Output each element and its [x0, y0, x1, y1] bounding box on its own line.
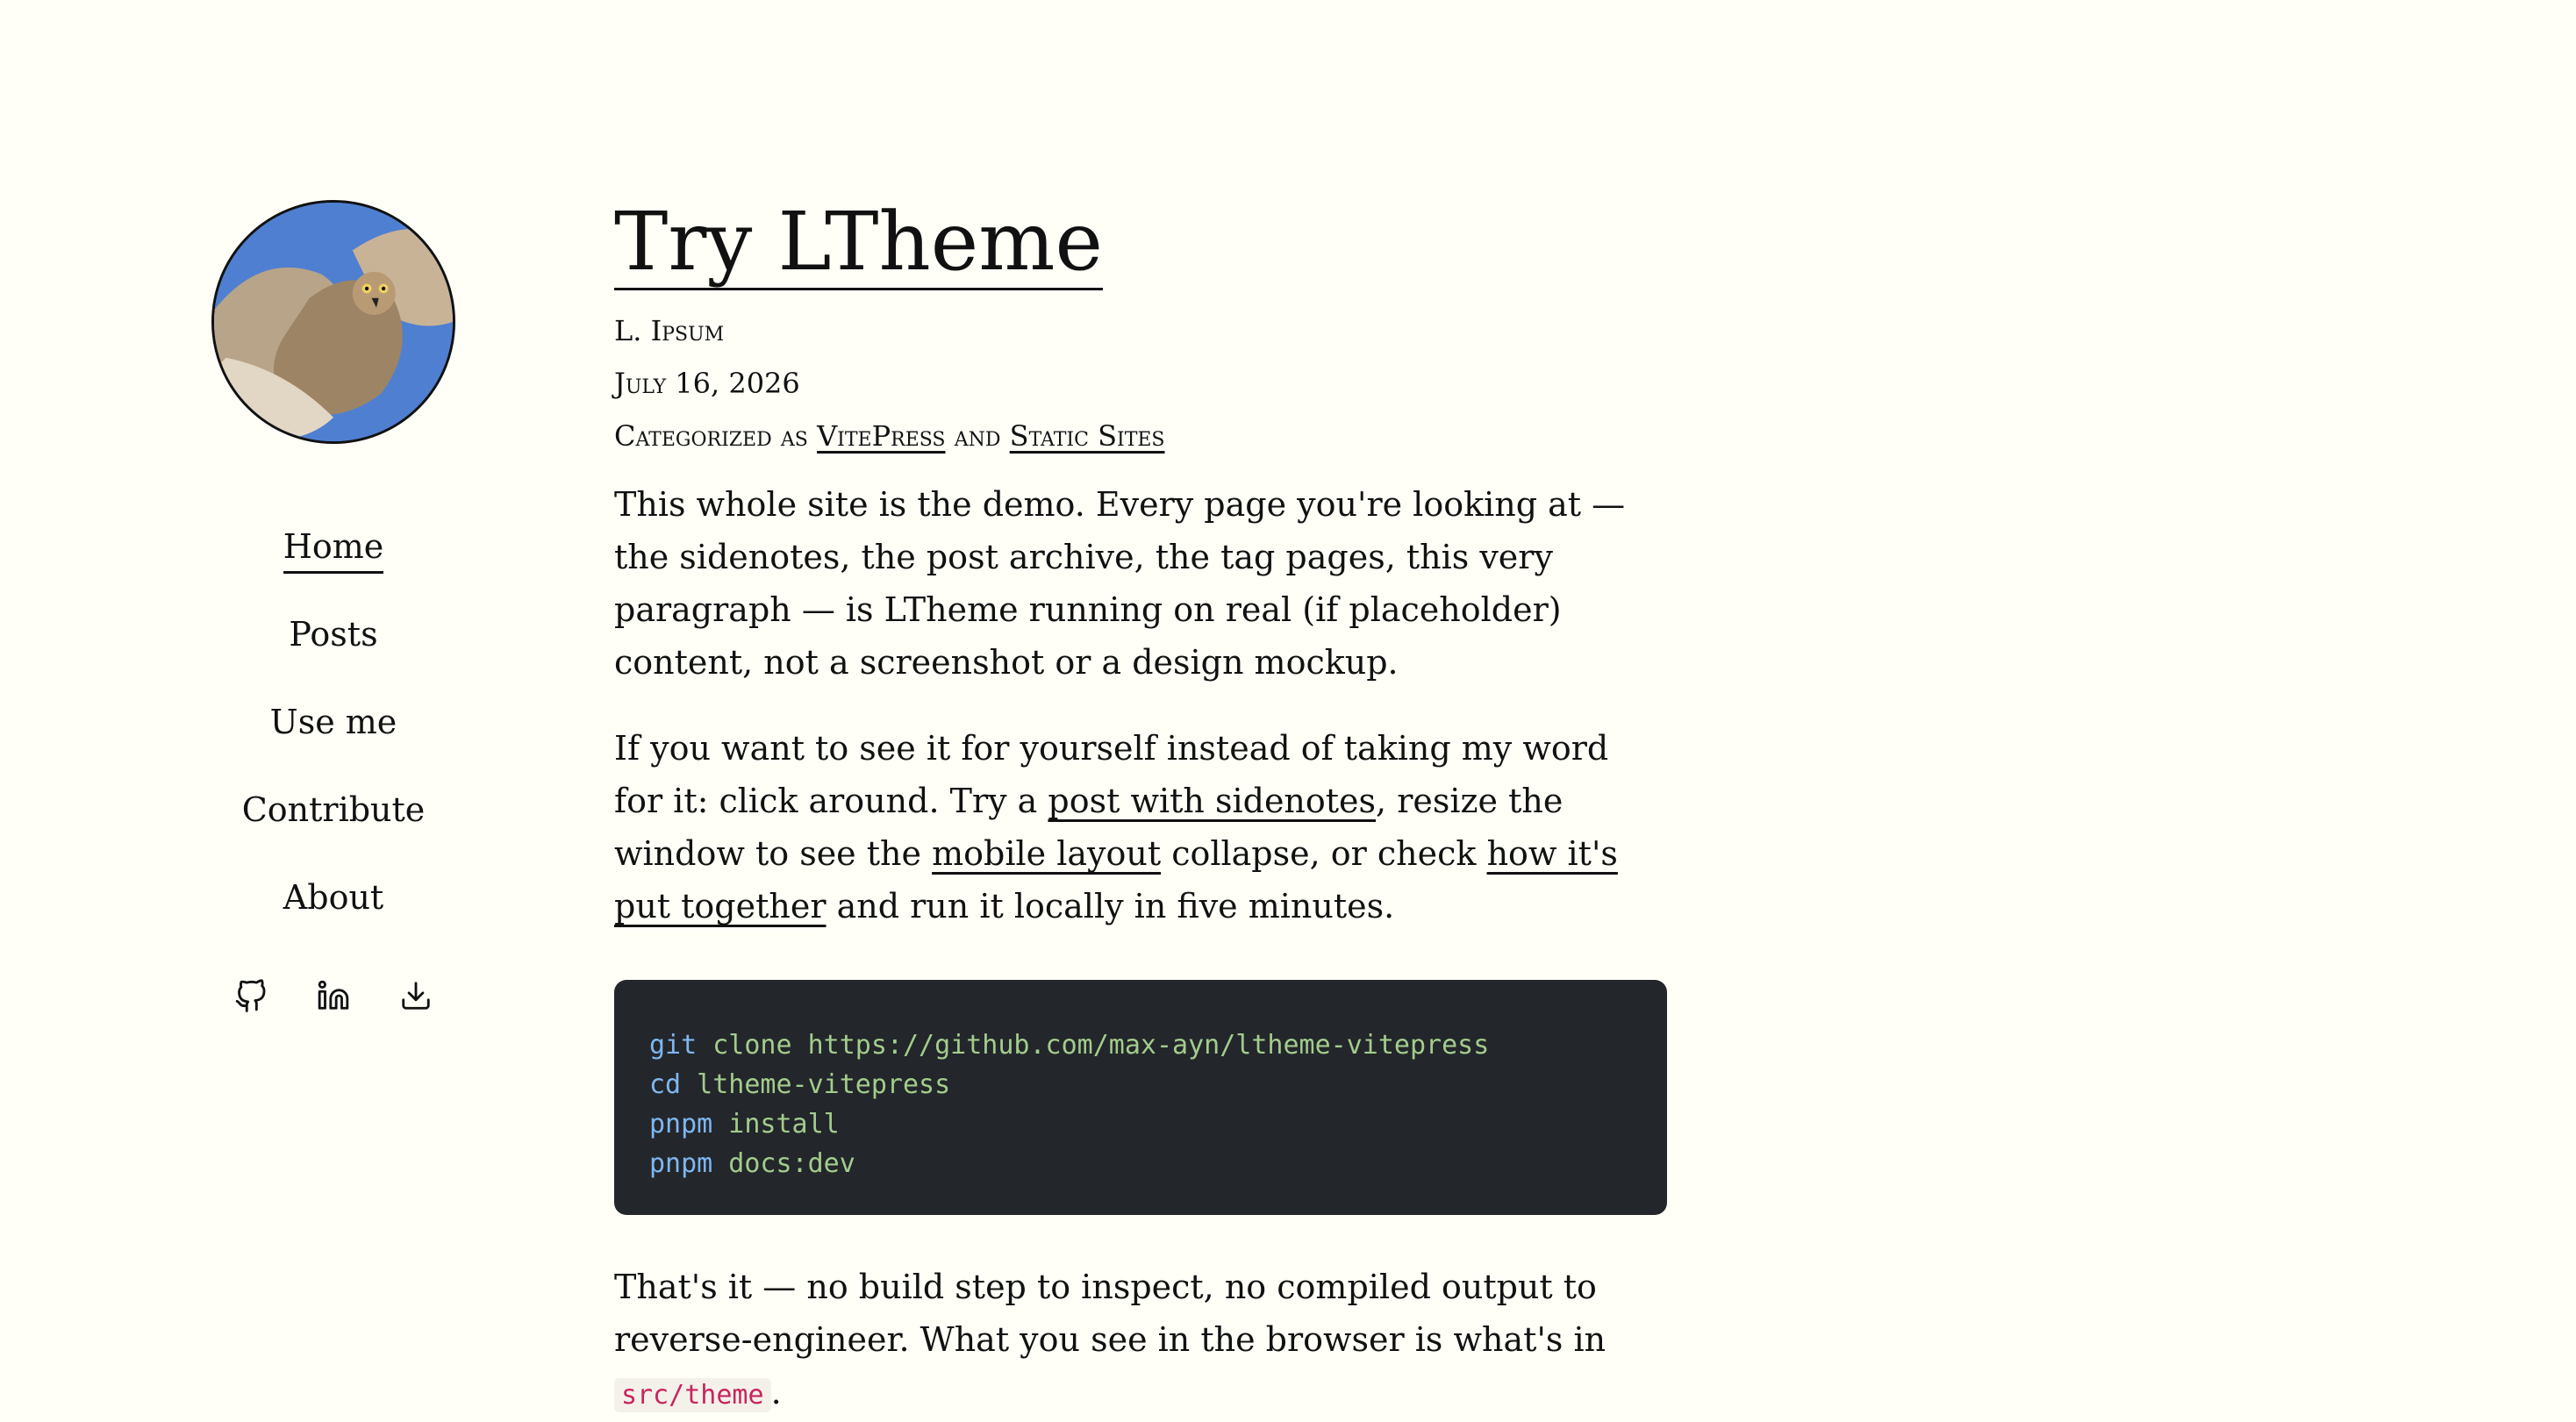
sidebar: Home Posts Use me Contribute About — [202, 200, 465, 1012]
download-icon[interactable] — [399, 979, 433, 1012]
inline-code-src-theme: src/theme — [614, 1378, 771, 1412]
social-links — [234, 979, 433, 1012]
github-icon[interactable] — [234, 979, 268, 1012]
avatar[interactable] — [211, 200, 455, 444]
paragraph-conclusion: That's it — no build step to inspect, no… — [614, 1268, 1606, 1412]
link-mobile-layout[interactable]: mobile layout — [932, 834, 1161, 873]
post-author: L. Ipsum — [614, 314, 725, 347]
tag-link-vitepress[interactable]: VitePress — [817, 419, 945, 453]
nav-posts[interactable]: Posts — [289, 618, 377, 705]
page-title: Try LTheme — [614, 195, 1103, 290]
tag-link-static-sites[interactable]: Static Sites — [1010, 419, 1165, 453]
nav-contribute[interactable]: Contribute — [242, 793, 426, 881]
post-date: July 16, 2026 — [614, 367, 800, 400]
code-line: git clone https://github.com/max-ayn/lth… — [649, 1030, 1490, 1061]
code-line: pnpm docs:dev — [649, 1148, 855, 1179]
post-content: Try LTheme L. Ipsum July 16, 2026 Catego… — [614, 197, 1667, 1422]
nav-use-me[interactable]: Use me — [270, 705, 397, 793]
code-line: pnpm install — [649, 1109, 840, 1140]
owl-avatar-image — [214, 203, 453, 441]
link-post-with-sidenotes[interactable]: post with sidenotes — [1048, 782, 1376, 820]
post-meta: L. Ipsum July 16, 2026 Categorized as Vi… — [614, 304, 1667, 462]
nav-home[interactable]: Home — [283, 527, 384, 618]
linkedin-icon[interactable] — [317, 979, 350, 1012]
paragraph-intro: This whole site is the demo. Every page … — [614, 485, 1626, 682]
code-line: cd ltheme-vitepress — [649, 1069, 951, 1100]
code-block[interactable]: git clone https://github.com/max-ayn/lth… — [614, 980, 1667, 1215]
main-nav: Home Posts Use me Contribute About — [242, 527, 426, 968]
paragraph-try-it: If you want to see it for yourself inste… — [614, 729, 1618, 925]
nav-about[interactable]: About — [283, 881, 383, 968]
post-categories: Categorized as VitePress and Static Site… — [614, 419, 1165, 453]
